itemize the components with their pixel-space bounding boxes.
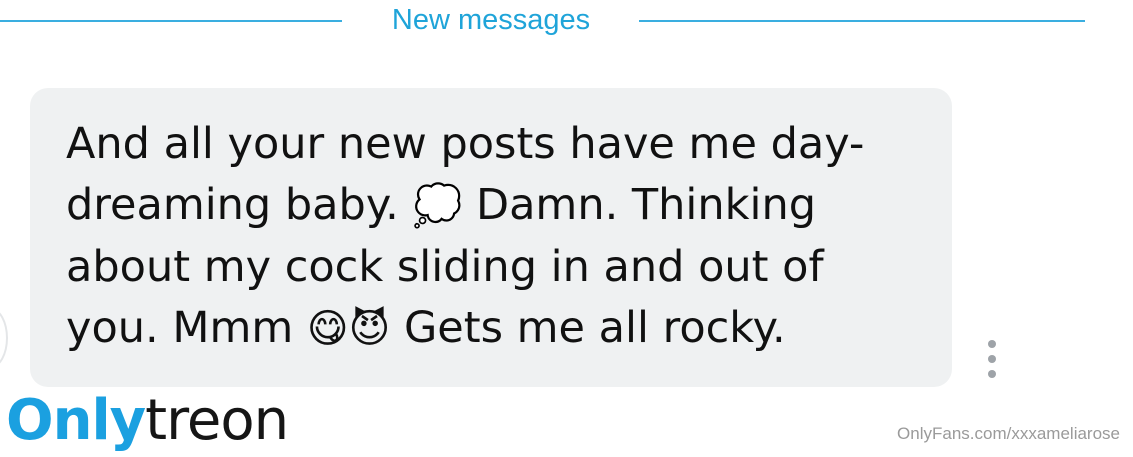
more-dot <box>988 340 996 348</box>
yum-face-icon: 😋 <box>306 306 349 352</box>
source-handle: OnlyFans.com/xxxameliarose <box>897 424 1120 443</box>
smiling-devil-icon: 😈 <box>348 306 391 352</box>
logo-treon-text: treon <box>145 388 289 453</box>
more-dot <box>988 355 996 363</box>
message-bubble[interactable]: And all your new posts have me day-dream… <box>30 88 952 387</box>
divider-line-left <box>0 20 342 22</box>
thought-balloon-icon: 💭 <box>412 183 463 229</box>
message-text: And all your new posts have me day-dream… <box>66 114 926 360</box>
avatar-edge <box>0 308 8 368</box>
divider-line-right <box>639 20 1085 22</box>
logo-only-text: Only <box>6 388 146 453</box>
more-dot <box>988 370 996 378</box>
more-vertical-icon[interactable] <box>984 340 1000 378</box>
onlytreon-logo: Onlytreon <box>6 386 289 456</box>
new-messages-divider-label: New messages <box>391 4 591 36</box>
message-text-part3: Gets me all rocky. <box>390 303 786 353</box>
